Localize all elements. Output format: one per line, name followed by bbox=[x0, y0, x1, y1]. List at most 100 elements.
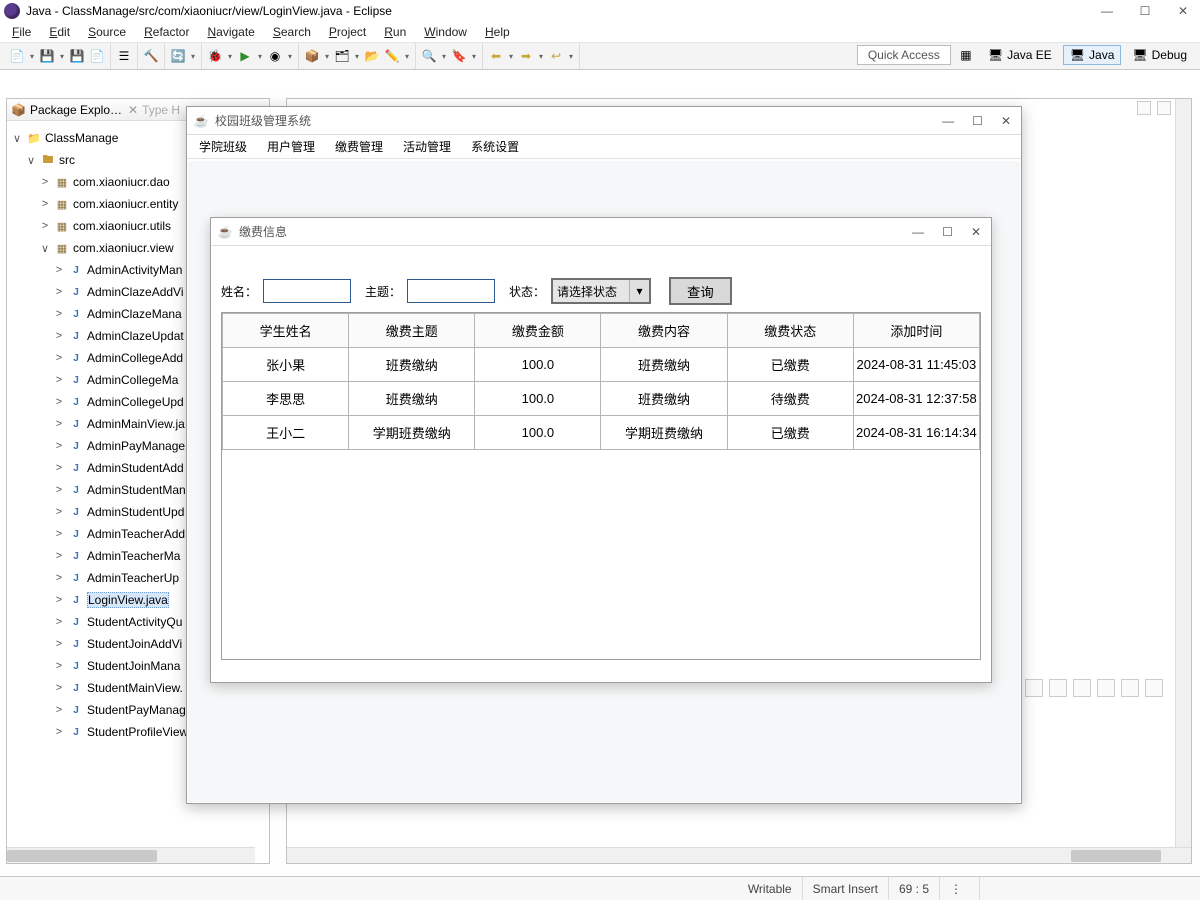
dropdown-arrow-icon[interactable]: ▾ bbox=[323, 47, 331, 65]
menu-project[interactable]: Project bbox=[323, 25, 372, 39]
eclipse-close-button[interactable]: ✕ bbox=[1176, 4, 1190, 18]
outline-toolbar-btn-3[interactable] bbox=[1073, 679, 1091, 697]
tree-toggle-icon[interactable]: ∨ bbox=[25, 154, 37, 167]
name-input[interactable] bbox=[263, 279, 351, 303]
tree-toggle-icon[interactable]: > bbox=[53, 330, 65, 342]
tree-item-label[interactable]: StudentJoinAddVi bbox=[87, 637, 182, 651]
coverage-button[interactable]: ◉ bbox=[266, 47, 284, 65]
tree-item-label[interactable]: AdminStudentUpd bbox=[87, 505, 184, 519]
tree-item-label[interactable]: StudentActivityQu bbox=[87, 615, 182, 629]
query-button[interactable]: 查询 bbox=[669, 277, 732, 305]
tree-toggle-icon[interactable]: > bbox=[53, 286, 65, 298]
table-row[interactable]: 王小二学期班费缴纳100.0学期班费缴纳已缴费2024-08-31 16:14:… bbox=[223, 416, 980, 450]
tree-toggle-icon[interactable]: > bbox=[53, 726, 65, 738]
open-type-button[interactable]: 📄 bbox=[88, 47, 106, 65]
new-package-button[interactable]: 📦 bbox=[303, 47, 321, 65]
tree-item-label[interactable]: AdminCollegeUpd bbox=[87, 395, 184, 409]
outline-toolbar-btn-5[interactable] bbox=[1121, 679, 1139, 697]
tree-toggle-icon[interactable]: > bbox=[53, 396, 65, 408]
tree-item-label[interactable]: AdminTeacherUp bbox=[87, 571, 179, 585]
tree-toggle-icon[interactable]: > bbox=[53, 462, 65, 474]
maximize-view-button[interactable] bbox=[1157, 101, 1171, 115]
new-button[interactable]: 📄 bbox=[8, 47, 26, 65]
tree-toggle-icon[interactable]: > bbox=[53, 704, 65, 716]
dropdown-arrow-icon[interactable]: ▾ bbox=[256, 47, 264, 65]
eclipse-maximize-button[interactable]: ☐ bbox=[1138, 4, 1152, 18]
debug-button[interactable]: 🐞 bbox=[206, 47, 224, 65]
app-maximize-button[interactable]: ☐ bbox=[972, 114, 983, 128]
tree-toggle-icon[interactable]: ∨ bbox=[11, 132, 23, 145]
tree-toggle-icon[interactable]: > bbox=[53, 616, 65, 628]
quick-access-input[interactable]: Quick Access bbox=[857, 45, 951, 65]
tree-toggle-icon[interactable]: > bbox=[39, 176, 51, 188]
table-row[interactable]: 张小果班费缴纳100.0班费缴纳已缴费2024-08-31 11:45:03 bbox=[223, 348, 980, 382]
menu-window[interactable]: Window bbox=[418, 25, 473, 39]
menu-run[interactable]: Run bbox=[378, 25, 412, 39]
tree-toggle-icon[interactable]: > bbox=[53, 352, 65, 364]
outline-toolbar-btn-4[interactable] bbox=[1097, 679, 1115, 697]
search-button[interactable]: 🔍 bbox=[420, 47, 438, 65]
tree-toggle-icon[interactable]: > bbox=[53, 374, 65, 386]
perspective-java-ee[interactable]: 🖥 Java EE bbox=[981, 45, 1059, 65]
tree-toggle-icon[interactable]: > bbox=[53, 682, 65, 694]
app-minimize-button[interactable]: — bbox=[942, 114, 954, 128]
tree-toggle-icon[interactable]: > bbox=[53, 484, 65, 496]
tree-item-label[interactable]: AdminClazeMana bbox=[87, 307, 182, 321]
run-button[interactable]: ▶ bbox=[236, 47, 254, 65]
dropdown-arrow-icon[interactable]: ▾ bbox=[440, 47, 448, 65]
tree-item-label[interactable]: AdminMainView.ja bbox=[87, 417, 185, 431]
tree-item-label[interactable]: src bbox=[59, 153, 75, 167]
build-button[interactable]: 🔨 bbox=[142, 47, 160, 65]
tree-item-label[interactable]: ClassManage bbox=[45, 131, 118, 145]
payment-close-button[interactable]: ✕ bbox=[971, 225, 981, 239]
tree-item-label[interactable]: AdminTeacherMa bbox=[87, 549, 180, 563]
tree-item-label[interactable]: com.xiaoniucr.entity bbox=[73, 197, 178, 211]
menu-help[interactable]: Help bbox=[479, 25, 516, 39]
tree-item-label[interactable]: AdminStudentAdd bbox=[87, 461, 184, 475]
dropdown-arrow-icon[interactable]: ▾ bbox=[470, 47, 478, 65]
minimize-view-button[interactable] bbox=[1137, 101, 1151, 115]
tree-item-label[interactable]: AdminActivityMan bbox=[87, 263, 182, 277]
table-row[interactable]: 李思思班费缴纳100.0班费缴纳待缴费2024-08-31 12:37:58 bbox=[223, 382, 980, 416]
tree-item-label[interactable]: AdminClazeAddVi bbox=[87, 285, 184, 299]
app-menu-item[interactable]: 用户管理 bbox=[259, 136, 323, 157]
tree-toggle-icon[interactable]: > bbox=[53, 528, 65, 540]
last-edit-button[interactable]: ↩ bbox=[547, 47, 565, 65]
back-nav-button[interactable]: ⬅ bbox=[487, 47, 505, 65]
tree-item-label[interactable]: com.xiaoniucr.dao bbox=[73, 175, 170, 189]
dropdown-arrow-icon[interactable]: ▾ bbox=[537, 47, 545, 65]
menu-refactor[interactable]: Refactor bbox=[138, 25, 195, 39]
outline-toolbar-btn-1[interactable] bbox=[1025, 679, 1043, 697]
dropdown-arrow-icon[interactable]: ▾ bbox=[226, 47, 234, 65]
menu-edit[interactable]: Edit bbox=[43, 25, 76, 39]
tree-toggle-icon[interactable]: > bbox=[53, 550, 65, 562]
topic-input[interactable] bbox=[407, 279, 495, 303]
type-hierarchy-tab[interactable]: Type H bbox=[142, 103, 180, 117]
annotation-button[interactable]: 🔖 bbox=[450, 47, 468, 65]
dropdown-arrow-icon[interactable]: ▾ bbox=[507, 47, 515, 65]
toggle-breadcrumb-button[interactable]: ☰ bbox=[115, 47, 133, 65]
tree-item-label[interactable]: AdminStudentMan bbox=[87, 483, 186, 497]
menu-search[interactable]: Search bbox=[267, 25, 317, 39]
tree-toggle-icon[interactable]: > bbox=[53, 440, 65, 452]
tree-toggle-icon[interactable]: > bbox=[53, 264, 65, 276]
tree-toggle-icon[interactable]: ∨ bbox=[39, 242, 51, 255]
tree-toggle-icon[interactable]: > bbox=[53, 418, 65, 430]
dropdown-arrow-icon[interactable]: ▾ bbox=[567, 47, 575, 65]
dropdown-arrow-icon[interactable]: ▾ bbox=[286, 47, 294, 65]
tree-item-label[interactable]: StudentJoinMana bbox=[87, 659, 180, 673]
app-menu-item[interactable]: 学院班级 bbox=[191, 136, 255, 157]
tree-toggle-icon[interactable]: > bbox=[39, 198, 51, 210]
tree-item-label[interactable]: AdminTeacherAdd bbox=[87, 527, 185, 541]
app-close-button[interactable]: ✕ bbox=[1001, 114, 1011, 128]
horizontal-scrollbar[interactable] bbox=[287, 847, 1191, 863]
wand-button[interactable]: ✏️ bbox=[383, 47, 401, 65]
vertical-scrollbar[interactable] bbox=[1175, 99, 1191, 847]
new-class-button[interactable]: 🗂 bbox=[333, 47, 351, 65]
outline-toolbar-btn-2[interactable] bbox=[1049, 679, 1067, 697]
menu-file[interactable]: File bbox=[6, 25, 37, 39]
tree-item-label[interactable]: com.xiaoniucr.view bbox=[73, 241, 174, 255]
dropdown-arrow-icon[interactable]: ▾ bbox=[353, 47, 361, 65]
dropdown-arrow-icon[interactable]: ▾ bbox=[189, 47, 197, 65]
app-menu-item[interactable]: 系统设置 bbox=[463, 136, 527, 157]
